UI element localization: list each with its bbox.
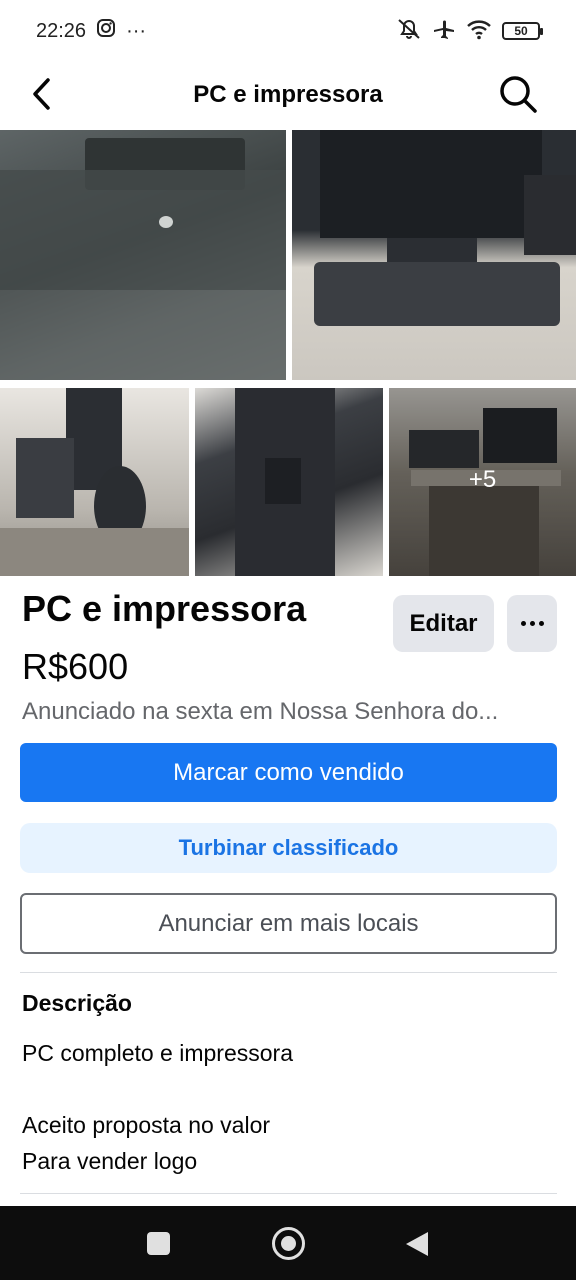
description-line: Aceito proposta no valor [22,1112,271,1138]
instagram-icon [96,18,116,44]
mute-icon [396,17,422,46]
wifi-icon [466,18,492,45]
mark-sold-button[interactable]: Marcar como vendido [20,743,557,802]
listing-photo-printer[interactable] [0,130,286,380]
photo-gallery: +5 [0,130,576,576]
app-header: PC e impressora [0,62,576,128]
description-line: Para vender logo [22,1148,198,1174]
listing-photo-desk[interactable] [0,388,189,576]
status-bar: 22:26 ··· 50 [0,0,576,62]
listing-photo-cpu-tower[interactable] [195,388,383,576]
system-nav-bar [0,1206,576,1280]
home-icon[interactable] [272,1227,305,1260]
listing-photo-computer[interactable] [292,130,576,380]
listing-price: R$600 [22,646,129,687]
list-more-places-button[interactable]: Anunciar em mais locais [20,893,557,954]
divider [20,972,557,973]
battery-icon: 50 [502,22,543,40]
back-arrow-icon[interactable] [22,74,62,114]
divider [20,1193,557,1194]
listing-meta: Anunciado na sexta em Nossa Senhora do..… [22,698,499,725]
description-line: PC completo e impressora [22,1040,293,1066]
status-time: 22:26 [36,19,87,42]
more-dots-icon [520,621,544,626]
boost-listing-button[interactable]: Turbinar classificado [20,823,557,873]
more-photos-count: +5 [468,466,497,493]
search-icon[interactable] [496,72,540,116]
airplane-icon [432,17,456,46]
nav-back-icon[interactable] [406,1232,428,1256]
description-heading: Descrição [22,990,132,1016]
listing-title: PC e impressora [22,588,307,629]
recent-apps-icon[interactable] [147,1232,170,1255]
status-more-indicator: ··· [126,19,147,42]
edit-button[interactable]: Editar [393,595,494,652]
page-title: PC e impressora [193,81,383,108]
listing-photo-more[interactable]: +5 [389,388,576,576]
more-options-button[interactable] [507,595,557,652]
